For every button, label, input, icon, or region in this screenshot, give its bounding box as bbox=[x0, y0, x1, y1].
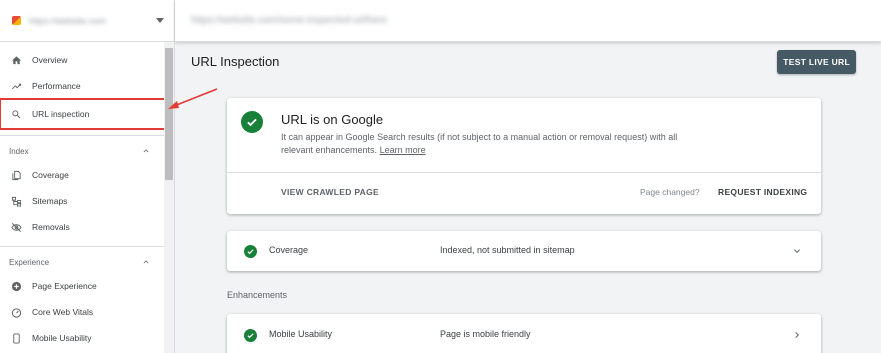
plus-circle-icon bbox=[10, 280, 22, 292]
sidebar-divider bbox=[0, 246, 165, 247]
section-header-experience[interactable]: Experience bbox=[0, 251, 165, 273]
verdict-description: It can appear in Google Search results (… bbox=[281, 131, 681, 157]
coverage-value: Indexed, not submitted in sitemap bbox=[440, 245, 575, 255]
sidebar-item-label: Performance bbox=[32, 81, 81, 91]
sidebar-item-label: Mobile Usability bbox=[32, 333, 92, 343]
mobile-usability-label: Mobile Usability bbox=[269, 329, 333, 339]
search-icon bbox=[10, 108, 22, 120]
sidebar-item-performance[interactable]: Performance bbox=[0, 73, 165, 99]
top-bar: https://website.com https://website.com/… bbox=[0, 0, 881, 42]
sidebar-item-label: Removals bbox=[32, 222, 70, 232]
section-title: Index bbox=[9, 146, 29, 156]
mobile-usability-row[interactable]: Mobile Usability Page is mobile friendly bbox=[227, 314, 821, 353]
home-icon bbox=[10, 54, 22, 66]
sitemap-icon bbox=[10, 195, 22, 207]
page-title: URL Inspection bbox=[191, 54, 280, 69]
check-circle-icon bbox=[241, 111, 263, 133]
sidebar-item-url-inspection[interactable]: URL inspection bbox=[0, 98, 166, 130]
verdict-title: URL is on Google bbox=[281, 112, 384, 127]
sidebar-item-label: Coverage bbox=[32, 170, 69, 180]
sidebar-item-removals[interactable]: Removals bbox=[0, 214, 165, 240]
sidebar-nav: Overview Performance URL inspection Inde… bbox=[0, 42, 166, 351]
verdict-description-text: It can appear in Google Search results (… bbox=[281, 132, 678, 155]
sidebar-item-label: Overview bbox=[32, 55, 68, 65]
sidebar-item-mobile-usability[interactable]: Mobile Usability bbox=[0, 325, 165, 351]
check-circle-icon bbox=[244, 329, 257, 342]
property-url: https://website.com bbox=[29, 15, 107, 26]
sidebar-item-sitemaps[interactable]: Sitemaps bbox=[0, 188, 165, 214]
section-title: Experience bbox=[9, 257, 50, 267]
trending-icon bbox=[10, 80, 22, 92]
chevron-down-icon[interactable] bbox=[156, 18, 164, 23]
view-crawled-page-button[interactable]: VIEW CRAWLED PAGE bbox=[281, 187, 379, 197]
section-header-index[interactable]: Index bbox=[0, 140, 165, 162]
sidebar-item-label: URL inspection bbox=[32, 109, 90, 119]
sidebar-divider bbox=[0, 135, 165, 136]
eye-off-icon bbox=[10, 221, 22, 233]
chevron-right-icon[interactable] bbox=[791, 329, 803, 341]
coverage-label: Coverage bbox=[269, 245, 309, 255]
test-live-url-button[interactable]: TEST LIVE URL bbox=[777, 50, 856, 74]
check-circle-icon bbox=[244, 245, 257, 258]
inspected-url[interactable]: https://website.com/some-inspected-url/h… bbox=[191, 15, 387, 26]
chevron-up-icon[interactable] bbox=[141, 257, 151, 267]
chevron-up-icon[interactable] bbox=[141, 146, 151, 156]
sidebar-item-label: Sitemaps bbox=[32, 196, 68, 206]
sidebar-item-coverage[interactable]: Coverage bbox=[0, 162, 165, 188]
request-indexing-button[interactable]: REQUEST INDEXING bbox=[718, 187, 807, 197]
property-favicon bbox=[12, 16, 21, 25]
scrollbar-thumb[interactable] bbox=[165, 48, 173, 180]
sidebar-item-page-experience[interactable]: Page Experience bbox=[0, 273, 165, 299]
phone-icon bbox=[10, 332, 22, 344]
mobile-usability-value: Page is mobile friendly bbox=[440, 329, 531, 339]
sidebar-item-overview[interactable]: Overview bbox=[0, 47, 165, 73]
sidebar: Overview Performance URL inspection Inde… bbox=[0, 42, 175, 353]
property-selector[interactable]: https://website.com bbox=[0, 0, 175, 42]
gauge-icon bbox=[10, 306, 22, 318]
pages-icon bbox=[10, 169, 22, 181]
sidebar-item-core-web-vitals[interactable]: Core Web Vitals bbox=[0, 299, 165, 325]
card-divider bbox=[227, 172, 821, 173]
enhancements-heading: Enhancements bbox=[227, 290, 288, 300]
main-content: URL Inspection TEST LIVE URL URL is on G… bbox=[176, 42, 881, 353]
page-changed-label: Page changed? bbox=[640, 187, 700, 197]
learn-more-link[interactable]: Learn more bbox=[380, 145, 426, 155]
sidebar-item-label: Page Experience bbox=[32, 281, 97, 291]
coverage-row[interactable]: Coverage Indexed, not submitted in sitem… bbox=[227, 231, 821, 271]
inspect-url-search-bar[interactable]: https://website.com/some-inspected-url/h… bbox=[175, 0, 881, 42]
sidebar-item-label: Core Web Vitals bbox=[32, 307, 94, 317]
chevron-down-icon[interactable] bbox=[791, 245, 803, 257]
verdict-card: URL is on Google It can appear in Google… bbox=[227, 98, 821, 214]
